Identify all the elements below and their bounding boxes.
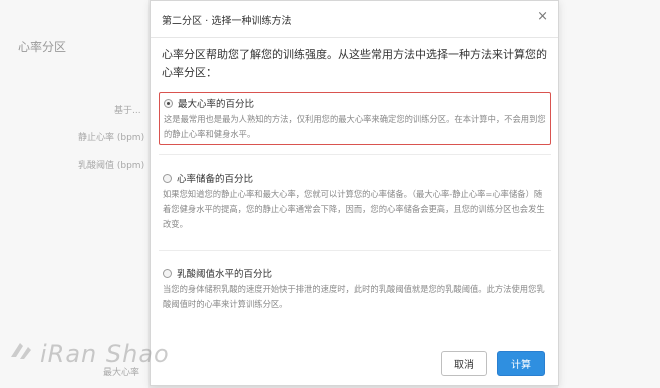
close-icon[interactable]: × [537, 9, 548, 24]
option-label: 乳酸阈值水平的百分比 [177, 269, 273, 280]
watermark: iRan Shao [40, 340, 170, 368]
option-description: 如果您知道您的静止心率和最大心率，您就可以计算您的心率储备。（最大心率-静止心率… [163, 189, 545, 229]
training-method-dialog: 第二分区 · 选择一种训练方法 × 心率分区帮助您了解您的训练强度。从这些常用方… [150, 0, 559, 386]
radio-hr-reserve-percent[interactable] [163, 173, 172, 183]
option-label: 最大心率的百分比 [178, 99, 255, 110]
option-max-hr-percent[interactable]: 最大心率的百分比 这是最常用也是最为人熟知的方法，仅利用您的最大心率来确定您的训… [159, 92, 551, 145]
radio-max-hr-percent[interactable] [164, 98, 173, 108]
option-description: 这是最常用也是最为人熟知的方法，仅利用您的最大心率来确定您的训练分区。在本计算中… [164, 114, 546, 139]
dialog-intro: 心率分区帮助您了解您的训练强度。从这些常用方法中选择一种方法来计算您的心率分区： [162, 48, 547, 79]
divider [159, 154, 551, 155]
cancel-button[interactable]: 取消 [441, 351, 487, 376]
watermark-logo-icon [11, 343, 31, 359]
dialog-footer: 取消 计算 [151, 343, 558, 385]
option-hr-reserve-percent[interactable]: 心率储备的百分比 如果您知道您的静止心率和最大心率，您就可以计算您的心率储备。（… [159, 171, 551, 232]
calculate-button[interactable]: 计算 [497, 351, 545, 376]
option-label: 心率储备的百分比 [177, 174, 254, 185]
dialog-header: 第二分区 · 选择一种训练方法 × [151, 1, 558, 38]
dialog-title: 第二分区 · 选择一种训练方法 [162, 16, 292, 27]
page-title: 心率分区 [18, 40, 67, 54]
based-on-label: 基于... [114, 106, 141, 116]
option-lactate-threshold-percent[interactable]: 乳酸阈值水平的百分比 当您的身体储积乳酸的速度开始快于排泄的速度时，此时的乳酸阈… [159, 266, 551, 312]
radio-lactate-threshold-percent[interactable] [163, 268, 172, 278]
option-description: 当您的身体储积乳酸的速度开始快于排泄的速度时，此时的乳酸阈值就是您的乳酸阈值。此… [163, 284, 545, 309]
divider [159, 250, 551, 251]
lactate-threshold-label: 乳酸阈值 (bpm) [78, 161, 145, 171]
resting-hr-label: 静止心率 (bpm) [78, 133, 145, 143]
